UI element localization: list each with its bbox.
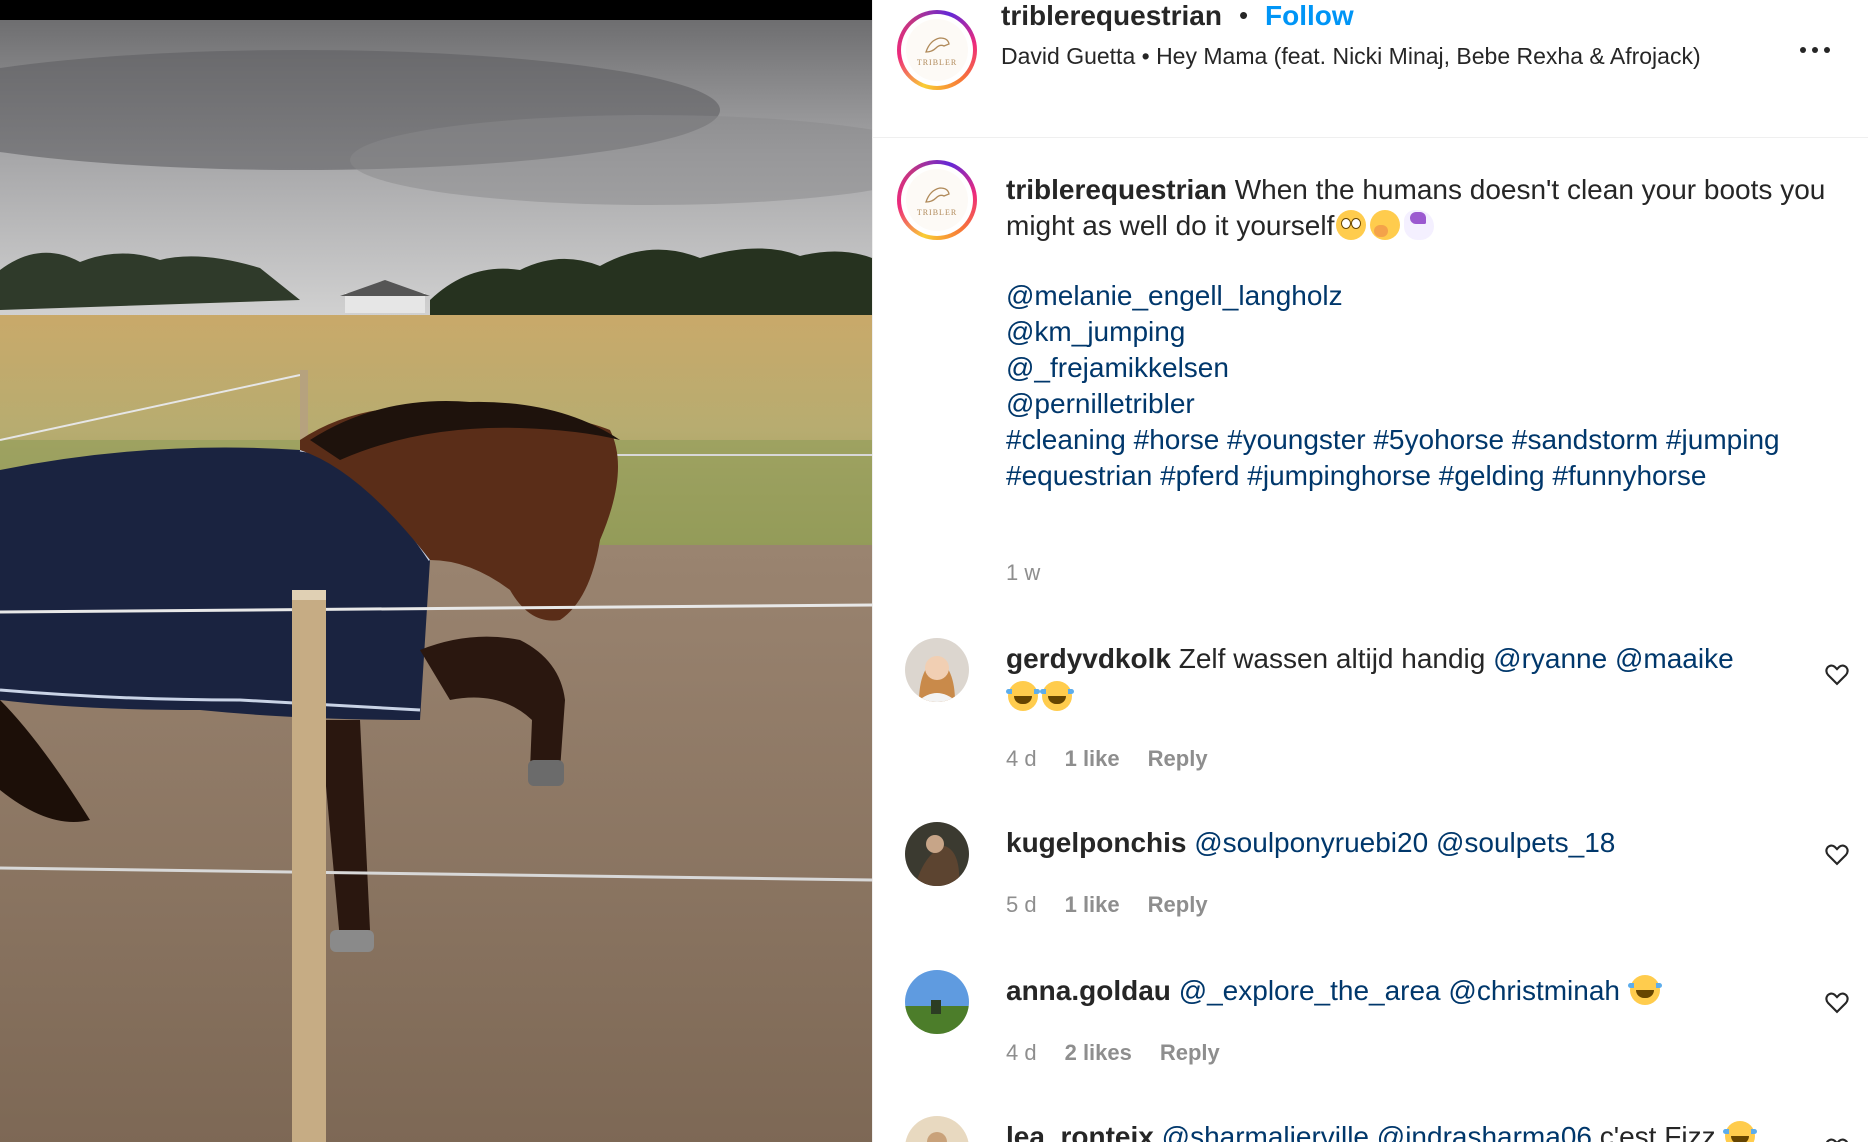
comment-likes[interactable]: 1 like <box>1065 746 1120 772</box>
commenter-avatar[interactable] <box>905 1116 969 1142</box>
horse-logo-icon <box>925 186 950 203</box>
author-avatar[interactable]: TRIBLER <box>897 10 977 90</box>
comment-username[interactable]: lea_ronteix <box>1006 1121 1154 1142</box>
comment-meta: 4 d 2 likes Reply <box>1006 1040 1220 1066</box>
brand-mark: TRIBLER <box>916 57 958 67</box>
mention-link[interactable]: @pernilletribler <box>1006 386 1826 422</box>
caption-author-avatar[interactable]: TRIBLER <box>897 160 977 240</box>
separator-dot: • <box>1239 0 1249 30</box>
post-video[interactable] <box>0 0 872 1142</box>
eye-roll-emoji-icon <box>1336 210 1367 240</box>
comment-text: Zelf wassen altijd handig <box>1178 643 1486 674</box>
comment-body: gerdyvdkolk Zelf wassen altijd handig @r… <box>1006 640 1766 716</box>
comment-meta: 5 d 1 like Reply <box>1006 892 1208 918</box>
unicorn-emoji-icon <box>1404 210 1435 240</box>
brand-mark: TRIBLER <box>916 207 958 217</box>
caption-text-block: triblerequestrian When the humans doesn'… <box>1006 172 1826 244</box>
heart-icon[interactable] <box>1823 660 1851 688</box>
caption-tags: @melanie_engell_langholz @km_jumping @_f… <box>1006 278 1826 494</box>
tears-of-joy-emoji-icon <box>1006 681 1040 711</box>
yawning-face-emoji-icon <box>1370 210 1401 240</box>
tribler-logo: TRIBLER <box>906 169 968 231</box>
comment-body: lea_ronteix @sharmalierville @indrasharm… <box>1006 1118 1766 1142</box>
mention-link[interactable]: @melanie_engell_langholz <box>1006 278 1826 314</box>
caption-username[interactable]: triblerequestrian <box>1006 174 1227 205</box>
heart-icon[interactable] <box>1823 988 1851 1016</box>
post-header: TRIBLER triblerequestrian • Follow David… <box>873 0 1868 138</box>
comment-mentions[interactable]: @_explore_the_area @christminah <box>1179 975 1620 1006</box>
commenter-avatar[interactable] <box>905 970 969 1034</box>
post-time-ago[interactable]: 1 w <box>1006 560 1040 586</box>
comment-likes[interactable]: 2 likes <box>1065 1040 1132 1066</box>
commenter-avatar[interactable] <box>905 822 969 886</box>
comment-body: anna.goldau @_explore_the_area @christmi… <box>1006 972 1766 1010</box>
author-username[interactable]: triblerequestrian <box>1001 0 1222 32</box>
tears-of-joy-emoji-icon <box>1723 1121 1758 1142</box>
follow-button[interactable]: Follow <box>1265 0 1354 32</box>
comment-mentions[interactable]: @ryanne @maaike <box>1493 643 1734 674</box>
comment-meta: 4 d 1 like Reply <box>1006 746 1208 772</box>
mention-link[interactable]: @_frejamikkelsen <box>1006 350 1826 386</box>
tribler-logo: TRIBLER <box>906 19 968 81</box>
reply-button[interactable]: Reply <box>1148 746 1208 772</box>
tears-of-joy-emoji-icon <box>1627 975 1662 1005</box>
comment-time[interactable]: 4 d <box>1006 1040 1037 1066</box>
comment-time[interactable]: 5 d <box>1006 892 1037 918</box>
heart-icon[interactable] <box>1823 840 1851 868</box>
comment-mentions[interactable]: @sharmalierville @indrasharma06 <box>1162 1121 1592 1142</box>
comment-time[interactable]: 4 d <box>1006 746 1037 772</box>
commenter-avatar[interactable] <box>905 638 969 702</box>
post-details-panel: TRIBLER triblerequestrian • Follow David… <box>872 0 1868 1142</box>
horse-video-frame <box>0 0 872 1142</box>
reply-button[interactable]: Reply <box>1148 892 1208 918</box>
comment-username[interactable]: anna.goldau <box>1006 975 1171 1006</box>
comment-username[interactable]: gerdyvdkolk <box>1006 643 1171 674</box>
horse-logo-icon <box>925 36 950 53</box>
comment-text: c'est Fizz <box>1599 1121 1716 1142</box>
comment-body: kugelponchis @soulponyruebi20 @soulpets_… <box>1006 824 1766 862</box>
comment-mentions[interactable]: @soulponyruebi20 @soulpets_18 <box>1194 827 1615 858</box>
reply-button[interactable]: Reply <box>1160 1040 1220 1066</box>
hashtag-links[interactable]: #cleaning #horse #youngster #5yohorse #s… <box>1006 424 1780 491</box>
mention-link[interactable]: @km_jumping <box>1006 314 1826 350</box>
comment-likes[interactable]: 1 like <box>1065 892 1120 918</box>
audio-track[interactable]: David Guetta • Hey Mama (feat. Nicki Min… <box>1001 40 1721 72</box>
tears-of-joy-emoji-icon <box>1040 681 1074 711</box>
comment-username[interactable]: kugelponchis <box>1006 827 1186 858</box>
heart-icon[interactable] <box>1823 1134 1851 1142</box>
more-options-icon[interactable] <box>1791 38 1839 62</box>
